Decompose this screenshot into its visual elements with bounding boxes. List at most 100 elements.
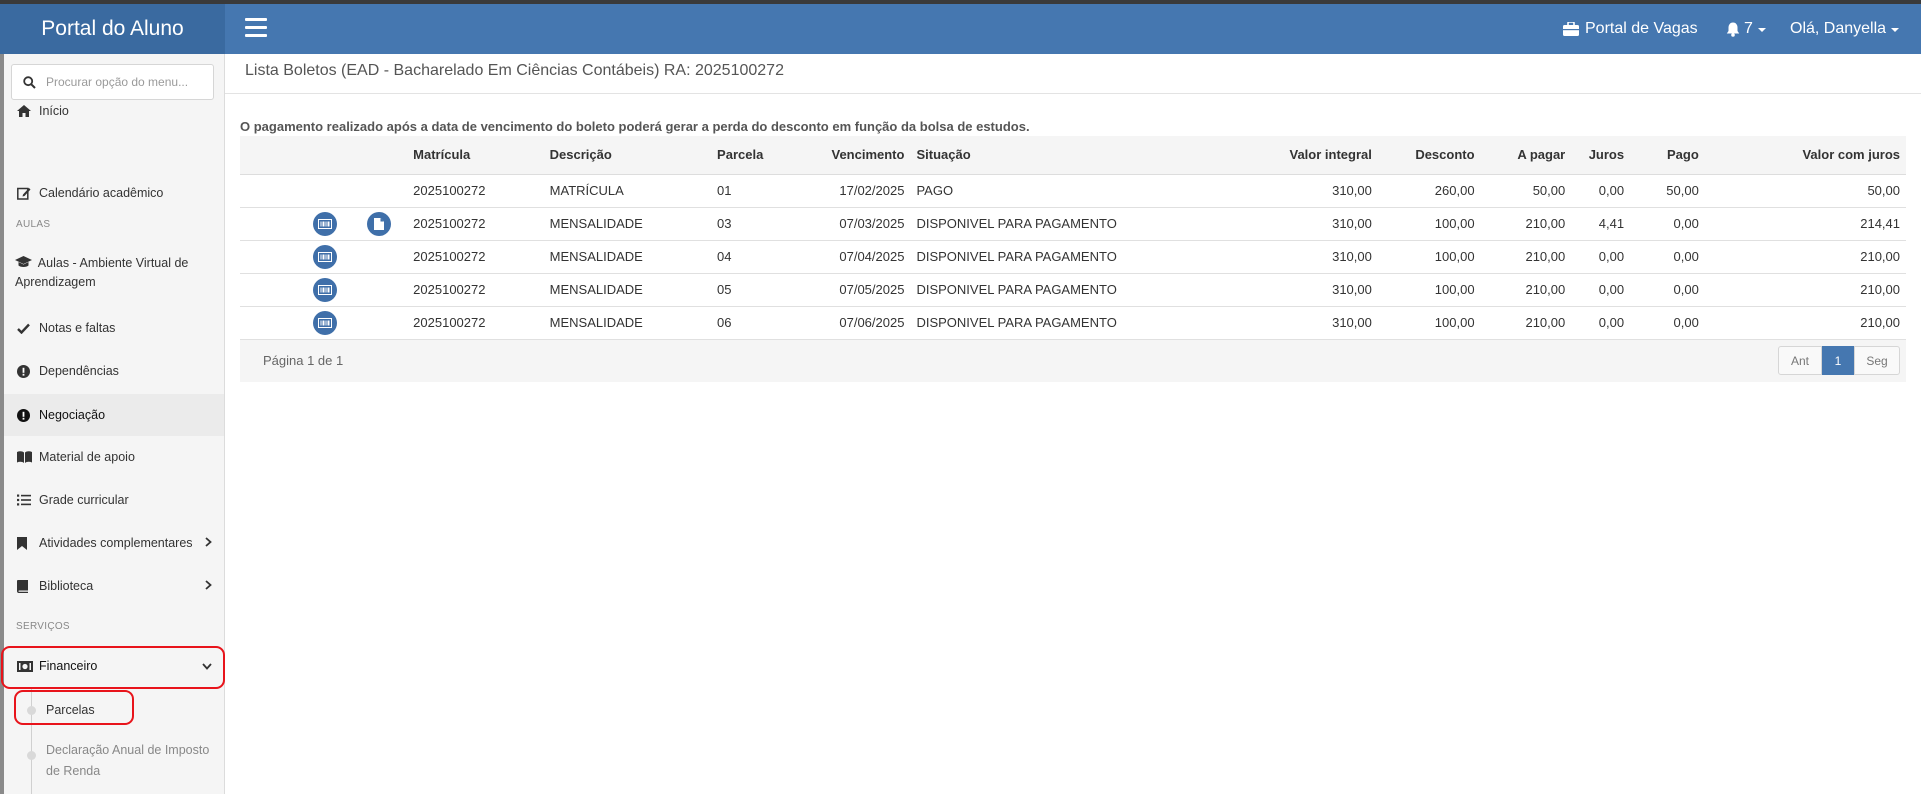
cell-juros: 0,00: [1571, 174, 1631, 208]
submenu-bullet: [27, 706, 36, 715]
document-icon: [374, 217, 385, 230]
col-header-valor-com-juros[interactable]: Valor com juros: [1704, 136, 1906, 175]
col-header-a-pagar[interactable]: A pagar: [1480, 136, 1572, 175]
col-action-1: [299, 136, 352, 175]
list-icon: [17, 494, 37, 506]
col-header-valor-integral[interactable]: Valor integral: [1274, 136, 1378, 175]
col-spacer: [240, 136, 300, 175]
cell-juros: 0,00: [1571, 240, 1631, 274]
title-divider: [225, 93, 1921, 94]
sidebar: Início Calendário acadêmico AULAS Aulas …: [0, 54, 225, 794]
col-header-pago[interactable]: Pago: [1630, 136, 1705, 175]
col-header-matricula[interactable]: Matrícula: [407, 136, 544, 175]
sidebar-item-label: Material de apoio: [39, 450, 135, 464]
boleto-document-button[interactable]: [367, 211, 392, 236]
edit-icon: [17, 186, 37, 200]
cell-desconto: 100,00: [1377, 240, 1481, 274]
money-bill-icon: [17, 660, 37, 672]
cell-descricao: MATRÍCULA: [543, 174, 712, 208]
cell-descricao: MENSALIDADE: [543, 306, 712, 340]
pagination-prev-button[interactable]: Ant: [1778, 346, 1822, 375]
cell-matricula: 2025100272: [407, 240, 544, 274]
page-title: Lista Boletos (EAD - Bacharelado Em Ciên…: [245, 62, 784, 79]
cell-valor-integral: 310,00: [1274, 174, 1378, 208]
cell-situacao: DISPONIVEL PARA PAGAMENTO: [910, 240, 1275, 274]
cell-juros: 4,41: [1571, 207, 1631, 241]
hamburger-menu-icon[interactable]: [245, 18, 267, 40]
boleto-barcode-button[interactable]: [313, 277, 338, 302]
col-header-situacao[interactable]: Situação: [910, 136, 1275, 175]
cell-valor-integral: 310,00: [1274, 273, 1378, 307]
caret-down-icon: [1757, 28, 1766, 32]
sidebar-item-label: Negociação: [39, 408, 106, 422]
sidebar-item-calendario[interactable]: Calendário acadêmico: [4, 176, 224, 210]
briefcase-icon: [1563, 22, 1579, 36]
exclamation-circle-icon: [17, 364, 37, 378]
sidebar-item-inicio[interactable]: Início: [4, 94, 224, 128]
section-label-servicos: SERVIÇOS: [16, 621, 70, 632]
book-open-icon: [17, 451, 37, 463]
check-icon: [17, 323, 37, 334]
cell-desconto: 260,00: [1377, 174, 1481, 208]
sidebar-item-ava[interactable]: Aulas - Ambiente Virtual de Aprendizagem: [4, 254, 224, 298]
cell-pago: 50,00: [1630, 174, 1705, 208]
col-header-parcela[interactable]: Parcela: [711, 136, 826, 175]
cell-a-pagar: 210,00: [1480, 306, 1572, 340]
boleto-barcode-button[interactable]: [313, 244, 338, 269]
sidebar-item-financeiro[interactable]: Financeiro: [4, 648, 224, 684]
col-header-juros[interactable]: Juros: [1571, 136, 1631, 175]
sidebar-item-label: Financeiro: [39, 659, 98, 673]
submenu-item-declaracao[interactable]: Declaração Anual de Imposto de Renda: [46, 740, 216, 782]
payment-notice: O pagamento realizado após a data de ven…: [240, 119, 1030, 134]
col-header-descricao[interactable]: Descrição: [543, 136, 712, 175]
bell-icon: [1726, 22, 1740, 37]
sidebar-item-atividades[interactable]: Atividades complementares: [4, 526, 224, 560]
cell-situacao: DISPONIVEL PARA PAGAMENTO: [910, 207, 1275, 241]
submenu-item-parcelas[interactable]: Parcelas: [46, 703, 95, 717]
portal-vagas-label: Portal de Vagas: [1585, 20, 1698, 37]
col-header-desconto[interactable]: Desconto: [1377, 136, 1481, 175]
menu-search-input[interactable]: [46, 75, 206, 89]
graduation-cap-icon: [15, 256, 32, 267]
table-row: 2025100272 MENSALIDADE 05 07/05/2025 DIS…: [240, 273, 1906, 307]
pagination-page-1[interactable]: 1: [1822, 346, 1854, 375]
cell-parcela: 03: [711, 207, 826, 241]
app-title: Portal do Aluno: [41, 17, 184, 40]
sidebar-item-label: Atividades complementares: [39, 536, 193, 550]
col-header-vencimento[interactable]: Vencimento: [825, 136, 911, 175]
sidebar-item-grade[interactable]: Grade curricular: [4, 483, 224, 517]
cell-valor-com-juros: 50,00: [1704, 174, 1906, 208]
cell-descricao: MENSALIDADE: [543, 240, 712, 274]
cell-desconto: 100,00: [1377, 207, 1481, 241]
sidebar-item-material[interactable]: Material de apoio: [4, 440, 224, 474]
cell-situacao: DISPONIVEL PARA PAGAMENTO: [910, 273, 1275, 307]
boleto-barcode-button[interactable]: [313, 211, 338, 236]
cell-a-pagar: 210,00: [1480, 240, 1572, 274]
notifications-dropdown[interactable]: 7: [1726, 4, 1766, 54]
app-brand[interactable]: Portal do Aluno: [0, 4, 225, 54]
user-menu-dropdown[interactable]: Olá, Danyella: [1790, 4, 1900, 54]
cell-pago: 0,00: [1630, 306, 1705, 340]
cell-pago: 0,00: [1630, 207, 1705, 241]
cell-a-pagar: 50,00: [1480, 174, 1572, 208]
cell-parcela: 06: [711, 306, 826, 340]
boletos-table: Matrícula Descrição Parcela Vencimento S…: [240, 136, 1906, 340]
exclamation-circle-icon: [17, 408, 37, 422]
cell-vencimento: 07/05/2025: [825, 273, 911, 307]
sidebar-item-notas[interactable]: Notas e faltas: [4, 311, 224, 345]
boleto-barcode-button[interactable]: [313, 310, 338, 335]
sidebar-item-negociacao[interactable]: Negociação: [4, 394, 224, 436]
cell-valor-integral: 310,00: [1274, 240, 1378, 274]
sidebar-item-ava-wrap: Aulas - Ambiente Virtual de Aprendizagem: [4, 254, 204, 292]
cell-valor-integral: 310,00: [1274, 306, 1378, 340]
sidebar-item-label: Início: [39, 104, 69, 118]
section-label-aulas: AULAS: [16, 219, 51, 230]
sidebar-item-label: Biblioteca: [39, 579, 94, 593]
cell-pago: 0,00: [1630, 240, 1705, 274]
sidebar-item-label: Notas e faltas: [39, 321, 116, 335]
portal-vagas-link[interactable]: Portal de Vagas: [1563, 4, 1698, 54]
table-row: 2025100272 MENSALIDADE 06 07/06/2025 DIS…: [240, 306, 1906, 340]
pagination-next-button[interactable]: Seg: [1854, 346, 1900, 375]
sidebar-item-biblioteca[interactable]: Biblioteca: [4, 569, 224, 603]
sidebar-item-dependencias[interactable]: Dependências: [4, 354, 224, 388]
